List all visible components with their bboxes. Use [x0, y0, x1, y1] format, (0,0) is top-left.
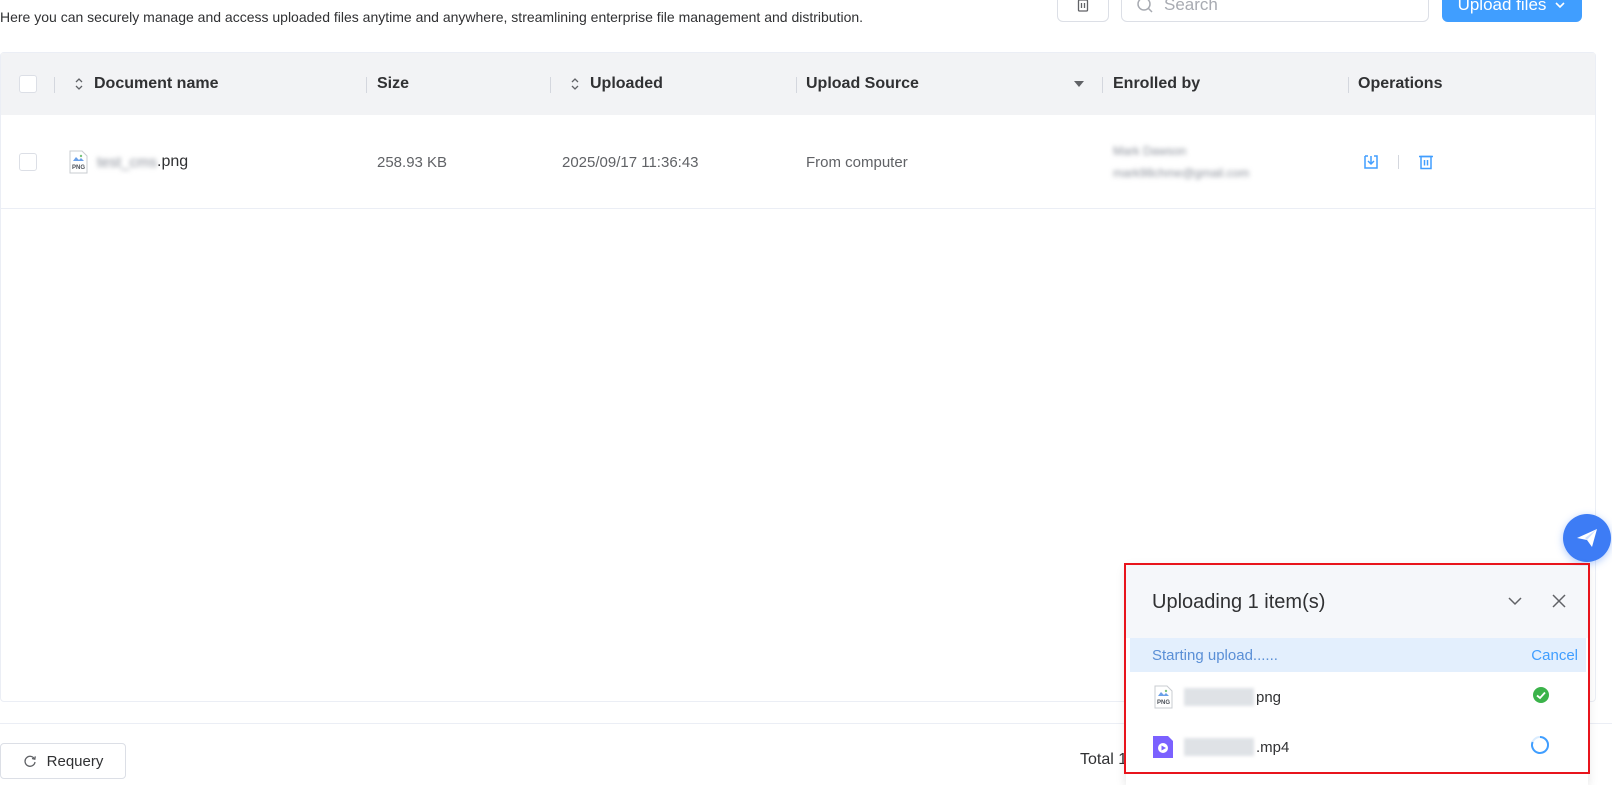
document-name-blurred: test_cms: [97, 153, 158, 171]
close-icon[interactable]: [1550, 592, 1568, 610]
search-input[interactable]: [1162, 0, 1402, 16]
uploaded-cell: 2025/09/17 11:36:43: [562, 115, 699, 209]
enrolled-name: Mark Dawson: [1113, 144, 1187, 158]
column-label: Document name: [94, 75, 219, 92]
column-divider: [1102, 77, 1103, 93]
select-all-cell: [19, 53, 37, 115]
column-label: Enrolled by: [1113, 75, 1201, 92]
column-upload-source: Upload Source: [806, 53, 919, 115]
blurred-filename: [1184, 738, 1254, 756]
column-label: Uploaded: [590, 75, 663, 92]
video-file-icon: [1153, 736, 1173, 758]
download-icon[interactable]: [1362, 153, 1380, 171]
top-bar: Here you can securely manage and access …: [0, 0, 1612, 40]
uploaded-value: 2025/09/17 11:36:43: [562, 153, 699, 171]
requery-button[interactable]: Requery: [0, 743, 126, 779]
requery-label: Requery: [46, 752, 104, 770]
table-header: Document name Size Uploaded Upload Sourc…: [1, 53, 1595, 115]
chevron-down-icon: [1555, 2, 1565, 9]
document-name-cell[interactable]: PNG test_cms .png: [67, 115, 188, 209]
search-box[interactable]: [1121, 0, 1429, 22]
upload-status-bar: Starting upload...... Cancel: [1130, 638, 1586, 672]
enrolled-email: mark98chme@gmail.com: [1113, 166, 1250, 180]
batch-delete-button[interactable]: [1057, 0, 1109, 22]
column-label: Size: [377, 75, 410, 92]
column-document-name[interactable]: Document name: [74, 53, 218, 115]
column-uploaded[interactable]: Uploaded: [570, 53, 663, 115]
upload-in-progress-status: [1530, 735, 1550, 759]
row-checkbox[interactable]: [19, 153, 37, 171]
upload-source-filter[interactable]: [1073, 53, 1085, 115]
select-all-checkbox[interactable]: [19, 75, 37, 93]
upload-files-button[interactable]: Upload files: [1442, 0, 1582, 22]
size-cell: 258.93 KB: [377, 115, 447, 209]
ops-divider: [1398, 155, 1399, 169]
upload-progress-panel: Uploading 1 item(s) Starting upload.....…: [1126, 566, 1588, 785]
send-fab-button[interactable]: [1563, 514, 1611, 562]
trash-icon: [1077, 0, 1089, 12]
column-size: Size: [377, 53, 409, 115]
png-file-icon: PNG: [69, 150, 88, 174]
png-file-icon: PNG: [1154, 685, 1173, 709]
total-count: Total 1: [1080, 751, 1128, 768]
upload-complete-status: [1532, 686, 1550, 708]
column-label: Operations: [1358, 75, 1443, 92]
table-row: PNG test_cms .png 258.93 KB 2025/09/17 1…: [1, 115, 1595, 209]
caret-down-icon: [1074, 81, 1084, 87]
row-select-cell: [19, 115, 37, 209]
operations-cell: [1362, 115, 1435, 209]
upload-files-label: Upload files: [1457, 0, 1547, 14]
column-divider: [1348, 77, 1349, 93]
upload-item-extension: png: [1256, 688, 1282, 706]
sort-icon: [74, 77, 84, 91]
page-description: Here you can securely manage and access …: [0, 9, 864, 25]
upload-item: PNG png: [1126, 672, 1588, 722]
upload-panel-title: Uploading 1 item(s): [1152, 590, 1326, 613]
sort-icon: [570, 77, 580, 91]
column-divider: [550, 77, 551, 93]
blurred-filename: [1184, 688, 1254, 706]
source-value: From computer: [806, 153, 908, 171]
column-label: Upload Source: [806, 75, 919, 92]
source-cell: From computer: [806, 115, 908, 209]
collapse-chevron-icon[interactable]: [1506, 592, 1524, 610]
upload-panel-header: Uploading 1 item(s): [1126, 566, 1588, 638]
enrolled-by-cell: Mark Dawson mark98chme@gmail.com: [1113, 115, 1249, 209]
paper-plane-icon: [1577, 529, 1597, 547]
upload-status-text: Starting upload......: [1152, 646, 1278, 664]
loading-spinner-icon: [1531, 736, 1549, 754]
upload-item: .mp4: [1126, 722, 1588, 772]
document-extension: .png: [157, 153, 189, 170]
column-divider: [366, 77, 367, 93]
refresh-icon: [24, 755, 36, 767]
svg-text:PNG: PNG: [1157, 700, 1170, 706]
column-enrolled-by: Enrolled by: [1113, 53, 1200, 115]
search-icon: [1137, 0, 1153, 13]
check-circle-icon: [1533, 687, 1549, 703]
column-operations: Operations: [1358, 53, 1442, 115]
cancel-upload-link[interactable]: Cancel: [1531, 647, 1578, 664]
delete-icon[interactable]: [1417, 153, 1435, 171]
svg-text:PNG: PNG: [72, 165, 85, 171]
upload-item-extension: .mp4: [1256, 738, 1290, 756]
column-divider: [796, 77, 797, 93]
column-divider: [54, 77, 55, 93]
size-value: 258.93 KB: [377, 153, 448, 171]
